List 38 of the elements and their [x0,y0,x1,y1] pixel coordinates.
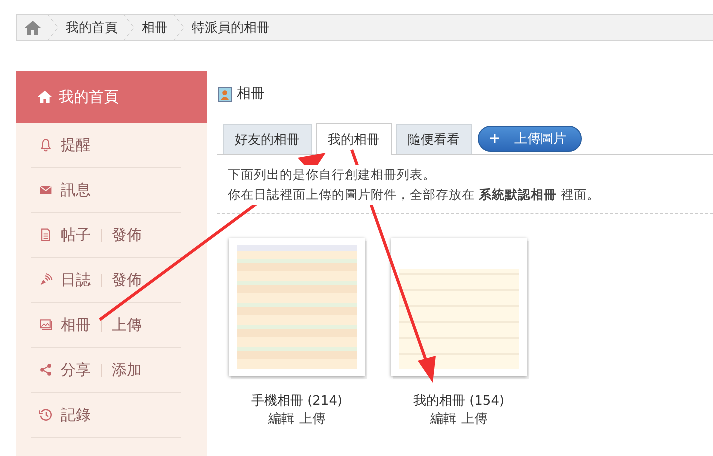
document-icon [39,228,53,242]
sidebar-action-link[interactable]: 添加 [112,360,142,380]
page-title: 相冊 [237,85,265,103]
sidebar-action-link[interactable]: 發佈 [112,270,142,290]
album-tab[interactable]: 我的相冊 [316,123,392,155]
sidebar-action-link[interactable]: 發佈 [112,226,142,244]
sidebar-link[interactable]: 帖子 [61,226,91,244]
breadcrumb-link[interactable]: 特派員的相冊 [184,15,276,40]
album-thumbnail[interactable] [391,238,527,376]
home-icon [37,90,53,104]
sidebar-link[interactable]: 提醒 [61,136,91,154]
album-icon [218,86,232,102]
sidebar-header[interactable]: 我的首頁 [16,71,207,123]
upload-photo-button[interactable]: + 上傳圖片 [478,126,582,152]
bell-icon [39,138,53,152]
sidebar-action-link[interactable]: 上傳 [112,316,142,334]
picture-icon [39,318,53,332]
history-icon [39,408,53,422]
album-title-link[interactable]: 我的相冊 (154) [413,392,505,410]
sidebar-link[interactable]: 分享 [61,360,91,380]
album-thumbnail[interactable] [229,238,365,376]
sidebar-link[interactable]: 記錄 [61,406,91,424]
album-tab[interactable]: 隨便看看 [396,124,472,154]
album-action-link[interactable]: 上傳 [300,410,326,428]
album-title-link[interactable]: 手機相冊 (214) [251,392,343,410]
breadcrumb-link[interactable]: 我的首頁 [58,15,124,40]
sidebar-header-label: 我的首頁 [59,88,119,106]
sidebar-link[interactable]: 相冊 [61,316,91,334]
album-action-link[interactable]: 上傳 [462,410,488,428]
share-icon [39,363,53,377]
sidebar-link[interactable]: 日誌 [61,270,91,290]
sidebar-link[interactable]: 訊息 [61,180,91,200]
album-tab[interactable]: 好友的相冊 [223,124,312,154]
pen-signal-icon [39,273,53,287]
envelope-icon [39,183,53,197]
album-action-link[interactable]: 編輯 [430,410,456,428]
album-action-link[interactable]: 編輯 [268,410,294,428]
breadcrumb-link[interactable]: 相冊 [134,15,174,40]
